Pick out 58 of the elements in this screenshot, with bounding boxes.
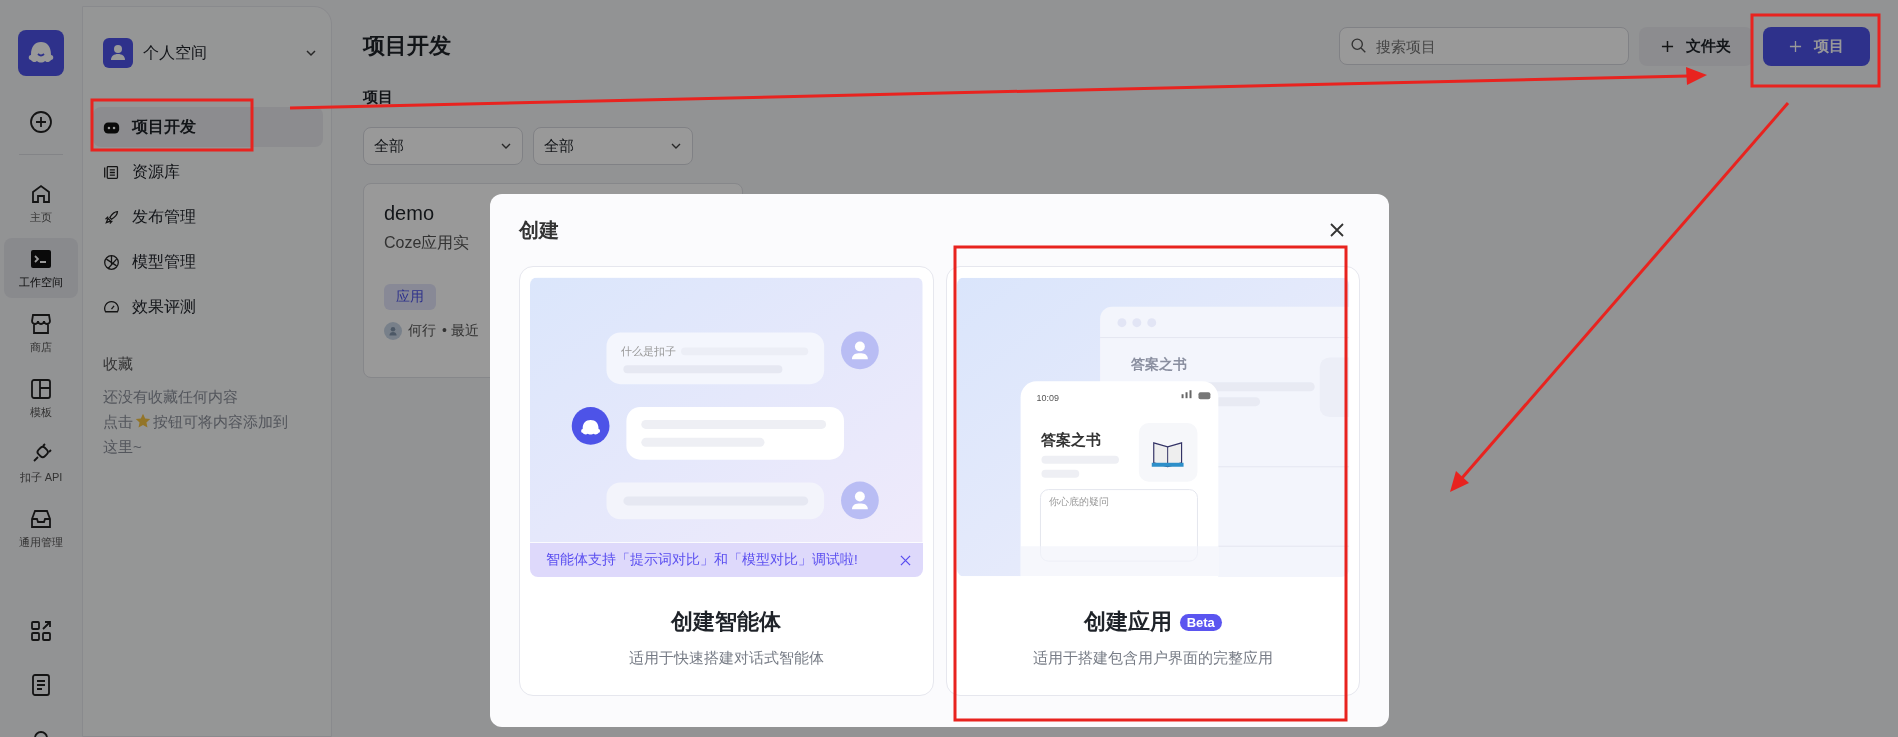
search-icon [1350, 37, 1367, 54]
rail-item[interactable]: 扣子 API [4, 433, 78, 493]
project-description: Coze应用实 [384, 233, 471, 253]
document-icon[interactable] [29, 673, 53, 697]
logo-icon[interactable] [18, 30, 64, 76]
project-owner: 何行 [408, 322, 436, 340]
project-title: demo [384, 202, 436, 225]
apps-icon[interactable] [29, 619, 53, 643]
avatar-icon [384, 322, 402, 340]
project-meta: • 最近 [442, 322, 479, 340]
favorites-hint-text: 按钮可将内容添加到 [153, 413, 288, 430]
space-name: 个人空间 [143, 42, 208, 63]
star-icon [135, 413, 151, 429]
nav-item[interactable]: 项目开发 [93, 107, 323, 147]
rail-item[interactable]: 工作空间 [4, 238, 78, 298]
favorites-empty-text: 还没有收藏任何内容 [102, 387, 239, 407]
layout-icon [29, 376, 53, 401]
rocket-icon [103, 208, 120, 226]
chat-illustration: 什么是扣子 [530, 277, 923, 543]
rail-item[interactable]: 通用管理 [4, 498, 78, 558]
option-card[interactable]: 什么是扣子 智能体支持「提示词对比」和「模型对比」调试啦! 创建智能体 适用于快速搭建对话式智能体 [519, 266, 934, 696]
nav-item[interactable]: 资源库 [93, 152, 323, 192]
new-folder-button[interactable]: 文件夹 [1639, 26, 1753, 66]
beta-badge: Beta [1179, 613, 1222, 631]
close-icon[interactable] [1329, 222, 1345, 238]
section-title: 项目 [363, 88, 394, 107]
option-card[interactable]: 答案之书 10:09 答案之书 你心底的疑问 创建应用 Beta 适用于搭建包含用户界面的完整应用 [945, 266, 1360, 696]
page-title: 项目开发 [363, 32, 451, 60]
option-title: 创建智能体 [671, 608, 782, 636]
nav-item[interactable]: 效果评测 [93, 287, 323, 327]
rail-item[interactable]: 模板 [4, 368, 78, 428]
dialog-title: 创建 [519, 217, 559, 243]
plus-icon [1789, 39, 1802, 53]
nav-item[interactable]: 发布管理 [93, 197, 323, 237]
rail-item[interactable]: 商店 [4, 303, 78, 363]
nav-item[interactable]: 模型管理 [93, 242, 323, 282]
new-project-button[interactable]: 项目 [1763, 26, 1870, 66]
user-icon [103, 38, 133, 68]
option-description: 适用于快速搭建对话式智能体 [628, 649, 824, 668]
favorites-hint-text: 点击 [103, 413, 133, 430]
option-title: 创建应用 [1083, 608, 1172, 636]
filter-dropdown[interactable]: 全部 [363, 127, 523, 165]
plus-icon [1661, 39, 1674, 53]
space-selector[interactable]: 个人空间 [93, 37, 323, 69]
store-icon [29, 311, 53, 336]
search-field[interactable]: 搜索项目 [1339, 27, 1629, 65]
chevron-down-icon [305, 47, 317, 59]
app-illustration: 答案之书 10:09 答案之书 你心底的疑问 [956, 277, 1349, 577]
project-tag: 应用 [384, 284, 436, 310]
rail-item[interactable]: 主页 [4, 173, 78, 233]
favorites-hint-text: 这里~ [102, 437, 143, 457]
add-icon[interactable] [29, 110, 53, 134]
option-description: 适用于搭建包含用户界面的完整应用 [1032, 649, 1273, 668]
banner-text: 智能体支持「提示词对比」和「模型对比」调试啦! [546, 551, 858, 569]
favorites-title: 收藏 [103, 355, 134, 374]
cube-icon [103, 253, 120, 271]
library-icon [103, 163, 120, 181]
filter-dropdown[interactable]: 全部 [533, 127, 693, 165]
